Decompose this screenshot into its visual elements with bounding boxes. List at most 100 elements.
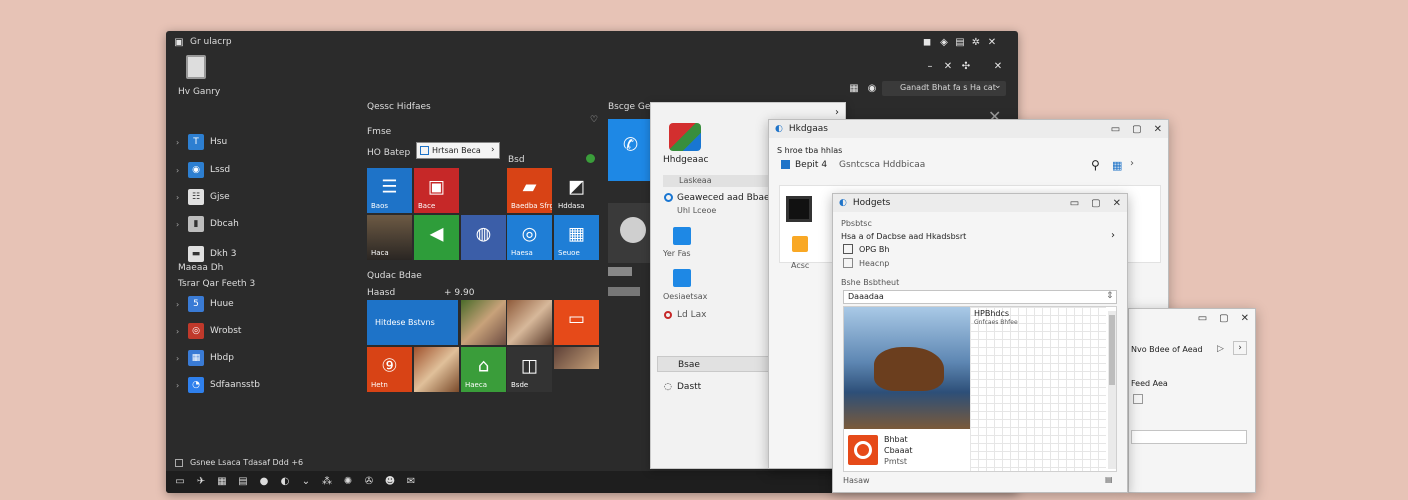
sidebar-item[interactable]: › 5 Huue [176, 293, 326, 315]
sidebar-item[interactable]: › ◎ Wrobst [176, 320, 326, 342]
app-tile-wide[interactable]: Hitdese Bstvns [367, 300, 458, 345]
search-icon[interactable]: ⚲ [1091, 158, 1100, 172]
list-item-selected[interactable]: Laskeaa [663, 175, 773, 187]
thumbnail[interactable] [786, 196, 812, 222]
breadcrumb[interactable]: Gsntcsca Hddbicaa [839, 160, 925, 170]
app-icon: ▣ [174, 37, 184, 48]
close-icon-2[interactable]: ✕ [992, 61, 1004, 73]
app-tile[interactable]: ▭ [554, 300, 599, 345]
taskbar-icon[interactable]: ✈ [195, 476, 207, 488]
app-tile[interactable]: ◎ Haesa [507, 215, 552, 260]
sidebar-item[interactable]: › ▦ Hbdp [176, 347, 326, 369]
taskbar-icon[interactable]: ☻ [384, 476, 396, 488]
radio-icon[interactable] [664, 311, 672, 319]
sidebar-item-label: Hsu [210, 137, 228, 147]
resize-icon[interactable]: ▤ [1105, 475, 1113, 484]
photo-tile[interactable] [461, 300, 506, 345]
chevron-down-icon[interactable]: ⌄ [994, 81, 1002, 91]
photo-tile[interactable] [554, 347, 599, 369]
chevron-right-icon[interactable]: › [835, 107, 839, 118]
taskbar-icon[interactable]: ⁂ [321, 476, 333, 488]
app-tile[interactable]: ◩ Hddasa [554, 168, 599, 213]
app-tile[interactable]: ✆ [608, 119, 653, 181]
maximize-icon[interactable]: ▢ [1132, 124, 1141, 135]
taskbar-icon[interactable]: ● [258, 476, 270, 488]
photo-tile[interactable] [414, 347, 459, 392]
close-icon[interactable]: ✕ [1154, 124, 1162, 135]
breadcrumb[interactable]: Bepit 4 [795, 160, 827, 170]
minimize-icon[interactable]: ▭ [1198, 313, 1207, 324]
app-icon: ◐ [775, 124, 783, 134]
minimize-icon[interactable]: ▭ [1070, 198, 1079, 209]
chevron-down-icon[interactable]: ⇕ [1106, 291, 1114, 301]
app-tile[interactable]: ⌂ Haeca [461, 347, 506, 392]
horse-photo[interactable] [844, 307, 970, 429]
maximize-icon[interactable]: ▢ [1091, 198, 1100, 209]
chevron-right-icon[interactable]: › [1111, 230, 1115, 241]
checkbox[interactable] [1133, 394, 1143, 404]
taskbar-icon[interactable]: ◐ [279, 476, 291, 488]
close-small-icon[interactable]: ✕ [942, 61, 954, 73]
settings-icon[interactable]: ✲ [970, 37, 982, 49]
checkbox[interactable] [843, 258, 853, 268]
sidebar-item[interactable]: › ▮ Dbcah [176, 213, 326, 235]
search-box[interactable]: Ganadt Bhat fa s Ha cat ⌄ [882, 81, 1006, 96]
chevron-right-button[interactable]: › [1233, 341, 1247, 355]
doc-icon[interactable]: ▤ [954, 37, 966, 49]
app-tile[interactable]: ◫ Bsde [507, 347, 552, 392]
app-tile[interactable]: ◀ [414, 215, 459, 260]
list-item-label: OPG Bh [859, 245, 890, 254]
taskbar-icon[interactable]: ▭ [174, 476, 186, 488]
pin-icon[interactable]: ◼ [921, 37, 933, 49]
list-item-label[interactable]: Hsa a of Dacbse aad Hkadsbsrt [841, 232, 966, 241]
photo-tile[interactable] [507, 300, 552, 345]
app-tile[interactable]: ▣ Bace [414, 168, 459, 213]
close-icon[interactable]: ✕ [1113, 198, 1121, 209]
checkbox[interactable] [175, 459, 183, 467]
list-item-label: Ld Lax [677, 310, 707, 320]
photo-tile[interactable]: Haca [367, 215, 412, 260]
app-tile[interactable] [608, 203, 653, 263]
grid-icon[interactable]: ▦ [848, 83, 860, 95]
people-icon[interactable]: ◈ [938, 37, 950, 49]
grid-view-icon[interactable]: ▦ [1112, 159, 1122, 172]
taskbar-icon[interactable]: ✺ [342, 476, 354, 488]
close-icon[interactable]: ✕ [986, 37, 998, 49]
scrollbar[interactable] [1108, 311, 1116, 469]
chevron-right-icon[interactable]: › [1130, 158, 1134, 169]
title-bar: ◐ Hodgets ▭ ▢ ✕ [833, 194, 1127, 212]
minimize-icon[interactable]: ▭ [1111, 124, 1120, 135]
close-icon[interactable]: ✕ [1241, 313, 1249, 324]
maximize-icon[interactable]: ▢ [1219, 313, 1228, 324]
taskbar-icon[interactable]: ✇ [363, 476, 375, 488]
caption: Cbaaat [884, 446, 913, 455]
expand-icon[interactable]: ✣ [960, 61, 972, 73]
text-field[interactable] [1131, 430, 1247, 444]
taskbar-icon[interactable]: ▤ [237, 476, 249, 488]
taskbar-icon[interactable]: ⌄ [300, 476, 312, 488]
send-icon[interactable]: ▷ [1217, 344, 1224, 354]
app-tile[interactable]: ⑨ Hetn [367, 347, 412, 392]
minimize-icon[interactable]: – [924, 61, 936, 73]
radio-icon[interactable] [664, 193, 673, 202]
globe-icon[interactable]: ◉ [866, 83, 878, 95]
app-icon [673, 269, 691, 287]
scrollbar-thumb[interactable] [1109, 315, 1115, 385]
heart-icon[interactable]: ♡ [590, 115, 598, 125]
sidebar-item[interactable]: ▬ Dkh 3 [176, 243, 326, 265]
taskbar-icon[interactable]: ▦ [216, 476, 228, 488]
chat-icon[interactable]: ◌ [664, 382, 672, 392]
app-tile[interactable]: ▰ Baedba Sfrg [507, 168, 552, 213]
sidebar-item[interactable]: › ☷ Gjse [176, 186, 326, 208]
tile-label: Hddasa [558, 202, 585, 210]
sidebar-item[interactable]: › T Hsu [176, 131, 326, 153]
dropdown[interactable]: Daaadaa ⇕ [843, 290, 1117, 304]
app-tile[interactable]: ◍ [461, 215, 506, 260]
list-item-label: Geaweced aad Bbae [677, 193, 770, 203]
list-item-selected[interactable]: Bsae [657, 356, 777, 372]
taskbar-icon[interactable]: ✉ [405, 476, 417, 488]
app-tile[interactable]: ☰ Baos [367, 168, 412, 213]
sidebar-item[interactable]: › ◉ Lssd [176, 159, 326, 181]
sidebar-item[interactable]: › ◔ Sdfaansstb [176, 374, 326, 396]
app-tile[interactable]: ▦ Seuoe [554, 215, 599, 260]
